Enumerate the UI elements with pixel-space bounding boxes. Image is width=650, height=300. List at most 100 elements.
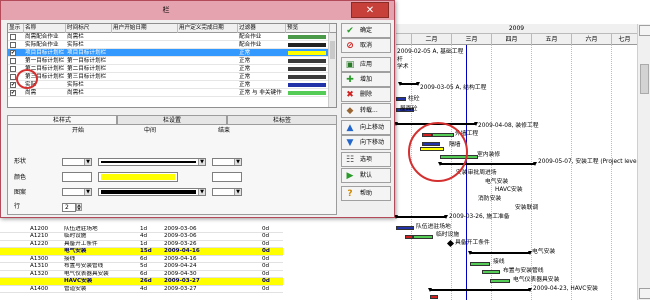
button-label: 选项 (360, 156, 373, 163)
remaining-bar[interactable] (470, 262, 490, 266)
bars-table-row[interactable]: ✔ 尚需 尚需栏 正常 与 非关键作 (8, 89, 330, 97)
scroll-up-icon[interactable]: ▲ (639, 25, 650, 36)
middle-pattern-select[interactable]: ▼ (98, 188, 206, 196)
summary-bar[interactable] (428, 288, 532, 292)
scroll-down-icon[interactable]: ▼ (639, 288, 650, 299)
activity-table[interactable]: A1200 队伍进驻场地 1d 2009-03-06 0d A1210 临时设施 4d 2009… (0, 218, 283, 300)
gantt-label: 具备开工条件 (455, 240, 490, 246)
vertical-scrollbar[interactable]: ▲ ▼ (637, 24, 650, 300)
activity-duration: 5d (140, 263, 148, 269)
column-header[interactable]: 时间标尺 (66, 24, 112, 33)
column-header[interactable]: 过滤器 (238, 24, 286, 33)
remaining-bar[interactable] (490, 279, 510, 283)
gantt-label: 学术 (397, 64, 409, 70)
tab-bar-settings[interactable]: 栏设置 (117, 115, 227, 124)
activity-float: 0d (262, 225, 270, 232)
default-button[interactable]: ▶ 默认 (341, 168, 391, 183)
table-row[interactable]: HAVC安装 26d 2009-03-27 0d (0, 278, 283, 286)
end-shape-select[interactable]: ▼ (212, 158, 242, 166)
show-checkbox[interactable] (10, 58, 16, 64)
activity-float: 0d (262, 285, 270, 292)
table-row[interactable]: A1200 队伍进驻场地 1d 2009-03-06 0d (0, 225, 283, 233)
start-shape-select[interactable]: ▼ (62, 158, 92, 166)
critical-bar[interactable] (405, 235, 413, 239)
start-pattern-select[interactable]: ▼ (62, 188, 92, 196)
color-label: 颜色 (14, 174, 27, 181)
show-checkbox[interactable]: ✔ (10, 90, 16, 96)
show-checkbox[interactable]: ✔ (10, 82, 16, 88)
arrow-down-button[interactable]: ▼ 向下移动 (341, 135, 391, 150)
button-label: 删除 (360, 91, 373, 98)
help-button[interactable]: ? 帮助 (341, 186, 391, 201)
table-row[interactable]: A1400 管道安装 4d 2009-03-27 0d (0, 285, 283, 293)
scroll-thumb[interactable] (330, 41, 335, 59)
table-row[interactable]: A1300 接线 6d 2009-04-16 0d (0, 256, 283, 263)
dialog-titlebar[interactable]: 栏 ✕ (1, 1, 394, 20)
remaining-bar[interactable] (482, 270, 500, 274)
row-spinner-input[interactable]: 2 (62, 203, 76, 212)
summary-bar[interactable] (468, 251, 532, 255)
activity-name: HAVC安装 (64, 278, 93, 284)
critical-bar[interactable] (430, 295, 438, 299)
start-color-select[interactable] (62, 172, 92, 182)
bars-table-row[interactable]: 尚需配合作业 尚需栏 配合作业 (8, 33, 330, 41)
gantt-label: 柱砼 (408, 96, 420, 102)
middle-shape-select[interactable]: ▼ (98, 158, 206, 166)
activity-name: 管道安装 (64, 285, 87, 292)
activity-name: 电气安装 (64, 248, 87, 254)
remaining-bar[interactable] (413, 235, 433, 239)
bar-timescale: 第一目标计划栏 (67, 58, 107, 64)
tab-bar-labels[interactable]: 栏标签 (227, 115, 337, 124)
bars-table-scrollbar[interactable] (328, 33, 336, 107)
bars-table-row[interactable]: 实际配合作业 实际栏 配合作业 (8, 41, 330, 49)
summary-bar[interactable] (398, 82, 420, 86)
load-button[interactable]: ◆ 转载... (341, 103, 391, 118)
column-header[interactable]: 用户开始日期 (112, 24, 178, 33)
column-header[interactable]: 用户定义完成日期 (178, 24, 238, 33)
dialog-body: 显示 名称 时间标尺 用户开始日期 用户定义完成日期 过滤器 预览 尚需配合作业… (7, 23, 391, 215)
check-button[interactable]: ✔ 确定 (341, 23, 391, 38)
options-button[interactable]: ☷ 选项 (341, 152, 391, 167)
show-checkbox[interactable]: ✔ (10, 50, 16, 56)
bars-table-row[interactable]: 第二目标计划栏 第二目标计划栏 正常 (8, 65, 330, 73)
activity-start: 2009-03-06 (164, 233, 197, 239)
bar-timescale: 项目目标计划栏 (67, 50, 107, 56)
middle-color-select[interactable] (98, 172, 178, 182)
bars-table[interactable]: 显示 名称 时间标尺 用户开始日期 用户定义完成日期 过滤器 预览 尚需配合作业… (7, 23, 337, 108)
end-pattern-select[interactable]: ▼ (212, 188, 242, 196)
table-row[interactable]: A1320 电气仪表器具安装 6d 2009-04-30 0d (0, 271, 283, 278)
bars-table-row[interactable]: 第三目标计划栏 第三目标计划栏 正常 (8, 73, 330, 81)
summary-bar[interactable] (394, 215, 448, 219)
arrow-up-button[interactable]: ▲ 向上移动 (341, 120, 391, 135)
actual-bar[interactable] (396, 226, 414, 230)
show-checkbox[interactable] (10, 66, 16, 72)
scroll-thumb[interactable] (640, 64, 649, 94)
delete-button[interactable]: ✖ 删除 (341, 87, 391, 102)
tab-bar-style[interactable]: 栏样式 (7, 115, 117, 124)
table-row[interactable]: A1310 布置与安装管线 5d 2009-04-24 0d (0, 263, 283, 271)
table-row[interactable]: 电气安装 15d 2009-04-16 0d (0, 248, 283, 256)
show-checkbox[interactable] (10, 34, 16, 40)
spinner-down-icon[interactable]: ▼ (76, 207, 82, 211)
gantt-label: 杆 (397, 57, 403, 63)
bars-table-row[interactable]: 第一目标计划栏 第一目标计划栏 正常 (8, 57, 330, 65)
column-header[interactable]: 显示 (8, 24, 24, 33)
grid-line (531, 45, 532, 300)
bar-name: 项目目标计划栏 (25, 50, 65, 56)
column-header[interactable]: 名称 (24, 24, 66, 33)
end-color-select[interactable] (212, 172, 242, 182)
column-header[interactable]: 预览 (286, 24, 330, 33)
show-checkbox[interactable] (10, 42, 16, 48)
actual-bar[interactable] (396, 97, 406, 101)
add-button[interactable]: ✚ 增加 (341, 72, 391, 87)
activity-id: A1200 (30, 225, 49, 232)
table-row[interactable]: A1220 具备开工条件 1d 2009-03-26 0d (0, 241, 283, 248)
cancel-button[interactable]: ⊘ 取消 (341, 38, 391, 53)
close-icon[interactable]: ✕ (351, 2, 389, 18)
table-row[interactable]: A1210 临时设施 4d 2009-03-06 0d (0, 233, 283, 241)
bars-table-row[interactable]: ✔ 实际 实际栏 正常 (8, 81, 330, 89)
bars-table-row[interactable]: ✔ 项目目标计划栏 项目目标计划栏 正常 (8, 49, 330, 57)
help-icon: ? (347, 189, 353, 199)
bar-filter: 正常 (239, 82, 251, 88)
apply-button[interactable]: ▣ 应用 (341, 57, 391, 72)
